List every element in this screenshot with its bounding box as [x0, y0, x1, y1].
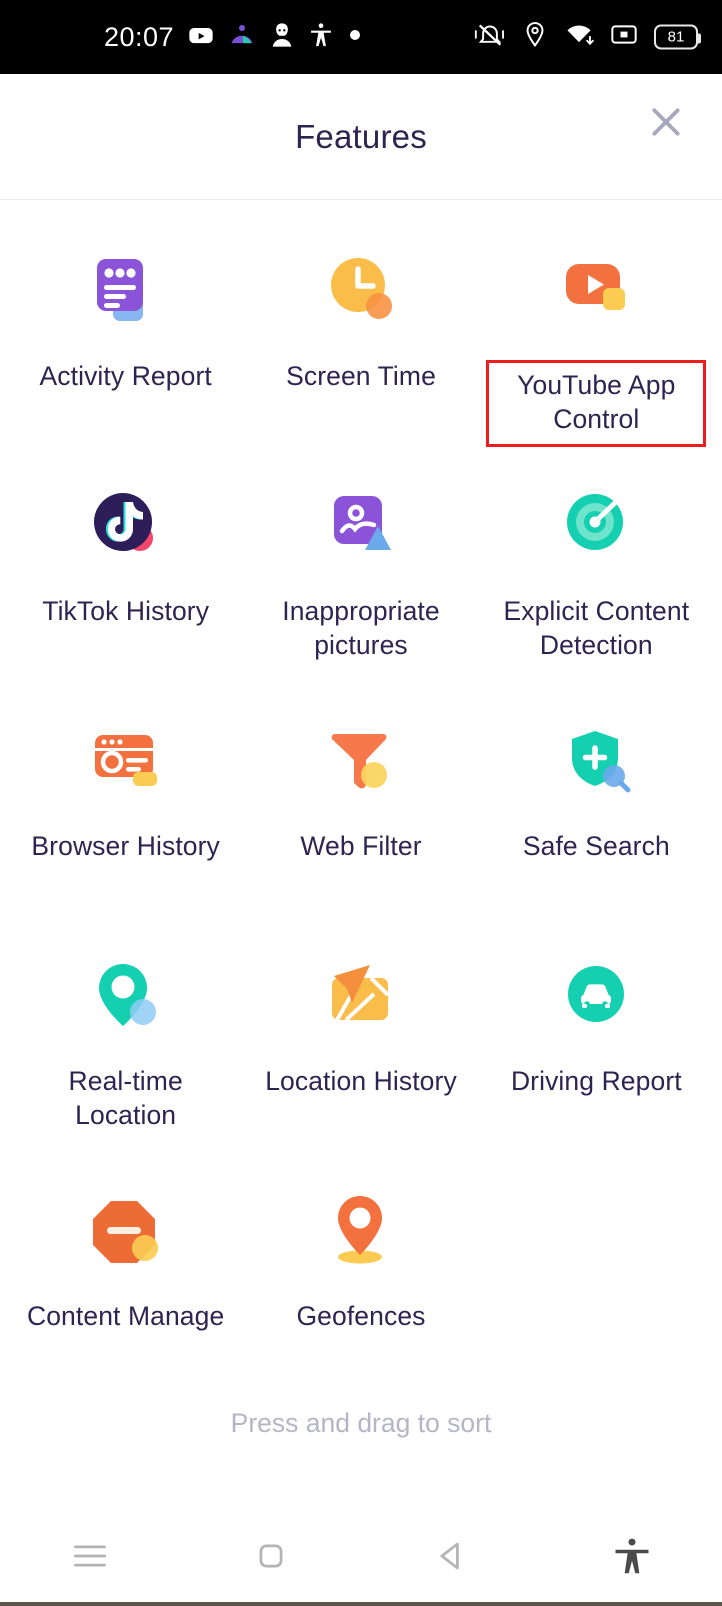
status-bar-left: 20:07 [104, 21, 363, 54]
status-bar-right: 81 [474, 21, 701, 54]
feature-label: Location History [265, 1066, 457, 1096]
contact-icon [269, 21, 295, 54]
family-link-icon [228, 21, 256, 54]
feature-tile-youtube-app-control[interactable]: YouTube App Control [479, 226, 714, 461]
feature-label: Explicit Content Detection [503, 596, 690, 660]
real-time-location-icon [74, 943, 178, 1047]
feature-tile-browser-history[interactable]: Browser History [8, 696, 243, 931]
status-bar-clock: 20:07 [104, 21, 175, 52]
location-icon [522, 21, 548, 54]
feature-label: TikTok History [42, 596, 210, 626]
youtube-icon [187, 21, 215, 54]
feature-label: Activity Report [39, 361, 212, 391]
content-manage-icon [74, 1178, 178, 1282]
explicit-content-detection-icon [544, 473, 648, 577]
feature-tile-geofences[interactable]: Geofences [243, 1166, 478, 1401]
web-filter-icon [309, 708, 413, 812]
page-title: Features [295, 117, 427, 155]
home-icon[interactable] [181, 1510, 362, 1602]
sort-hint-text: Press and drag to sort [230, 1408, 492, 1438]
feature-label: Geofences [296, 1301, 426, 1331]
tiktok-history-icon [74, 473, 178, 577]
feature-tile-screen-time[interactable]: Screen Time [243, 226, 478, 461]
feature-label: Safe Search [522, 831, 670, 861]
feature-tile-real-time-location[interactable]: Real-time Location [8, 931, 243, 1166]
feature-tile-safe-search[interactable]: Safe Search [479, 696, 714, 931]
feature-label: Web Filter [300, 831, 422, 861]
menu-icon[interactable] [0, 1510, 181, 1602]
battery-level: 81 [667, 28, 685, 46]
feature-tile-explicit-content-detection[interactable]: Explicit Content Detection [479, 461, 714, 696]
vibrate-mute-icon [474, 21, 506, 54]
accessibility-icon[interactable] [542, 1510, 722, 1602]
driving-report-icon [544, 943, 648, 1047]
features-grid: Activity Report Screen Time YouTube App … [0, 200, 722, 1401]
geofences-icon [309, 1178, 413, 1282]
system-navigation-bar [0, 1510, 722, 1606]
battery-icon: 81 [654, 24, 701, 50]
safe-search-icon [544, 708, 648, 812]
dialog-header: Features [0, 74, 722, 200]
feature-label: Driving Report [510, 1066, 682, 1096]
feature-label: Screen Time [286, 361, 436, 391]
screen-time-icon [309, 238, 413, 342]
feature-tile-content-manage[interactable]: Content Manage [8, 1166, 243, 1401]
youtube-app-control-icon [544, 238, 648, 342]
status-bar: 20:07 81 [0, 0, 722, 74]
feature-tile-driving-report[interactable]: Driving Report [479, 931, 714, 1166]
location-history-icon [309, 943, 413, 1047]
feature-label: Content Manage [26, 1301, 225, 1331]
feature-tile-activity-report[interactable]: Activity Report [8, 226, 243, 461]
feature-tile-tiktok-history[interactable]: TikTok History [8, 461, 243, 696]
back-icon[interactable] [361, 1510, 542, 1602]
feature-label: Real-time Location [68, 1066, 183, 1130]
inappropriate-pictures-icon [309, 473, 413, 577]
feature-tile-location-history[interactable]: Location History [243, 931, 478, 1166]
feature-tile-web-filter[interactable]: Web Filter [243, 696, 478, 931]
browser-history-icon [74, 708, 178, 812]
accessibility-icon [308, 21, 334, 54]
sim-icon [610, 23, 638, 52]
activity-report-icon [74, 238, 178, 342]
feature-label-highlighted: YouTube App Control [486, 360, 707, 448]
wifi-icon [564, 21, 594, 54]
feature-label: Inappropriate pictures [282, 596, 440, 660]
close-icon[interactable] [640, 96, 692, 148]
feature-label: Browser History [31, 831, 220, 861]
feature-tile-inappropriate-pictures[interactable]: Inappropriate pictures [243, 461, 478, 696]
dot-icon [347, 27, 363, 48]
